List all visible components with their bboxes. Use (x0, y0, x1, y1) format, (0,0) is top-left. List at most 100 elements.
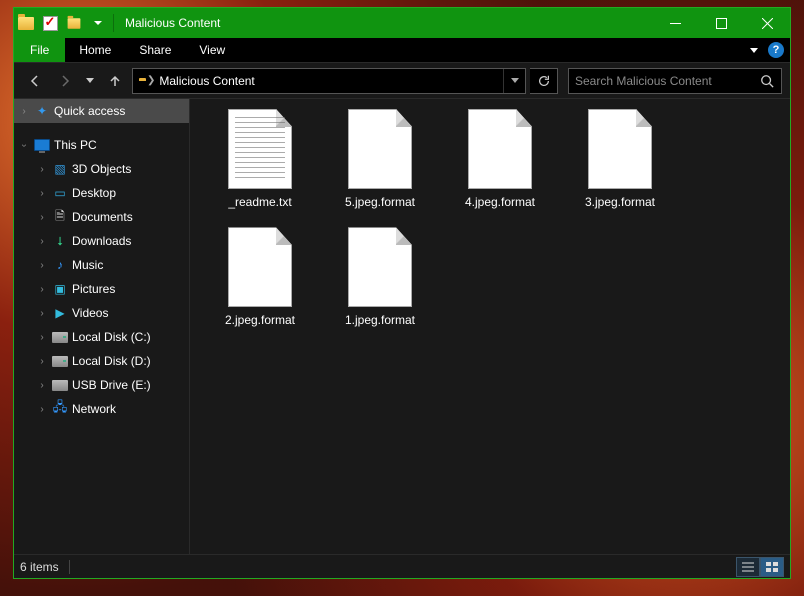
help-icon[interactable]: ? (768, 42, 784, 58)
chevron-right-icon[interactable]: › (36, 308, 48, 319)
sidebar-label: Network (72, 402, 116, 416)
sidebar-item-this-pc[interactable]: › This PC (14, 133, 189, 157)
maximize-button[interactable] (698, 8, 744, 38)
file-label: 5.jpeg.format (345, 195, 415, 209)
status-item-count: 6 items (20, 560, 59, 574)
tab-share[interactable]: Share (125, 38, 185, 62)
breadcrumb-current[interactable]: Malicious Content (159, 74, 254, 88)
nav-recent-dropdown[interactable] (82, 68, 98, 94)
generic-file-icon (348, 109, 412, 189)
chevron-down-icon[interactable]: › (19, 139, 30, 151)
chevron-right-icon[interactable]: › (36, 260, 48, 271)
sidebar-item-network[interactable]: › 🖧 Network (14, 397, 189, 421)
chevron-right-icon[interactable]: › (36, 236, 48, 247)
generic-file-icon (228, 227, 292, 307)
sidebar-label: Local Disk (C:) (72, 330, 151, 344)
sidebar-item-desktop[interactable]: › ▭ Desktop (14, 181, 189, 205)
chevron-right-icon[interactable]: › (36, 332, 48, 343)
sidebar-label: Quick access (54, 104, 125, 118)
sidebar-item-quick-access[interactable]: › ✦ Quick access (14, 99, 189, 123)
file-label: _readme.txt (228, 195, 291, 209)
divider (69, 560, 70, 574)
search-box[interactable] (568, 68, 782, 94)
qat-folder-icon[interactable] (14, 8, 38, 38)
network-icon: 🖧 (52, 401, 68, 417)
sidebar-item-music[interactable]: › ♪ Music (14, 253, 189, 277)
address-dropdown[interactable] (503, 69, 525, 93)
search-input[interactable] (569, 74, 753, 88)
sidebar-label: 3D Objects (72, 162, 131, 176)
sidebar-item-3d-objects[interactable]: › ▧ 3D Objects (14, 157, 189, 181)
navigation-pane[interactable]: › ✦ Quick access › This PC › ▧ 3D Object… (14, 99, 190, 554)
file-label: 1.jpeg.format (345, 313, 415, 327)
title-bar[interactable]: Malicious Content (14, 8, 790, 38)
sidebar-item-videos[interactable]: › ▶ Videos (14, 301, 189, 325)
qat-new-folder-icon[interactable] (62, 8, 86, 38)
downloads-icon: ⭣ (52, 233, 68, 249)
tab-view[interactable]: View (185, 38, 239, 62)
sidebar-label: Local Disk (D:) (72, 354, 151, 368)
3d-objects-icon: ▧ (52, 161, 68, 177)
file-item[interactable]: 1.jpeg.format (332, 227, 428, 327)
music-icon: ♪ (52, 257, 68, 273)
file-explorer-window: Malicious Content File Home Share View ? (13, 7, 791, 579)
breadcrumb-separator-icon[interactable]: ❯ (143, 75, 159, 86)
sidebar-item-downloads[interactable]: › ⭣ Downloads (14, 229, 189, 253)
sidebar-label: Documents (72, 210, 133, 224)
details-view-button[interactable] (736, 557, 760, 577)
status-bar: 6 items (14, 554, 790, 578)
large-icons-view-button[interactable] (760, 557, 784, 577)
view-mode-controls (736, 557, 784, 577)
file-label: 3.jpeg.format (585, 195, 655, 209)
file-label: 2.jpeg.format (225, 313, 295, 327)
sidebar-item-local-disk-c[interactable]: › Local Disk (C:) (14, 325, 189, 349)
chevron-right-icon[interactable]: › (36, 404, 48, 415)
nav-back-button[interactable] (22, 68, 48, 94)
nav-forward-button[interactable] (52, 68, 78, 94)
file-item[interactable]: 5.jpeg.format (332, 109, 428, 209)
generic-file-icon (468, 109, 532, 189)
navigation-bar: ❯ Malicious Content (14, 63, 790, 99)
file-item[interactable]: 3.jpeg.format (572, 109, 668, 209)
ribbon-collapse-icon[interactable] (750, 48, 758, 53)
file-list[interactable]: _readme.txt 5.jpeg.format 4.jpeg.format (190, 99, 790, 554)
chevron-right-icon[interactable]: › (36, 164, 48, 175)
desktop-icon: ▭ (52, 185, 68, 201)
chevron-right-icon[interactable]: › (36, 356, 48, 367)
sidebar-label: Downloads (72, 234, 131, 248)
pictures-icon: ▣ (52, 281, 68, 297)
file-item[interactable]: _readme.txt (212, 109, 308, 209)
minimize-button[interactable] (652, 8, 698, 38)
videos-icon: ▶ (52, 305, 68, 321)
tab-home[interactable]: Home (65, 38, 125, 62)
sidebar-item-local-disk-d[interactable]: › Local Disk (D:) (14, 349, 189, 373)
drive-icon (52, 329, 68, 345)
this-pc-icon (34, 137, 50, 153)
text-file-icon (228, 109, 292, 189)
chevron-right-icon[interactable]: › (36, 284, 48, 295)
chevron-right-icon[interactable]: › (18, 106, 30, 117)
sidebar-label: USB Drive (E:) (72, 378, 151, 392)
qat-properties-icon[interactable] (38, 8, 62, 38)
chevron-right-icon[interactable]: › (36, 212, 48, 223)
sidebar-item-usb-drive-e[interactable]: › USB Drive (E:) (14, 373, 189, 397)
sidebar-item-documents[interactable]: › 🗎 Documents (14, 205, 189, 229)
sidebar-label: Desktop (72, 186, 116, 200)
nav-up-button[interactable] (102, 68, 128, 94)
address-bar[interactable]: ❯ Malicious Content (132, 68, 526, 94)
documents-icon: 🗎 (52, 209, 68, 225)
refresh-button[interactable] (530, 68, 558, 94)
qat-overflow[interactable] (86, 8, 110, 38)
window-title: Malicious Content (125, 16, 220, 30)
divider (113, 14, 114, 32)
tab-file[interactable]: File (14, 38, 65, 62)
chevron-right-icon[interactable]: › (36, 380, 48, 391)
generic-file-icon (588, 109, 652, 189)
sidebar-item-pictures[interactable]: › ▣ Pictures (14, 277, 189, 301)
chevron-right-icon[interactable]: › (36, 188, 48, 199)
file-item[interactable]: 4.jpeg.format (452, 109, 548, 209)
close-button[interactable] (744, 8, 790, 38)
file-grid: _readme.txt 5.jpeg.format 4.jpeg.format (212, 109, 780, 328)
file-item[interactable]: 2.jpeg.format (212, 227, 308, 327)
search-icon[interactable] (753, 74, 781, 88)
